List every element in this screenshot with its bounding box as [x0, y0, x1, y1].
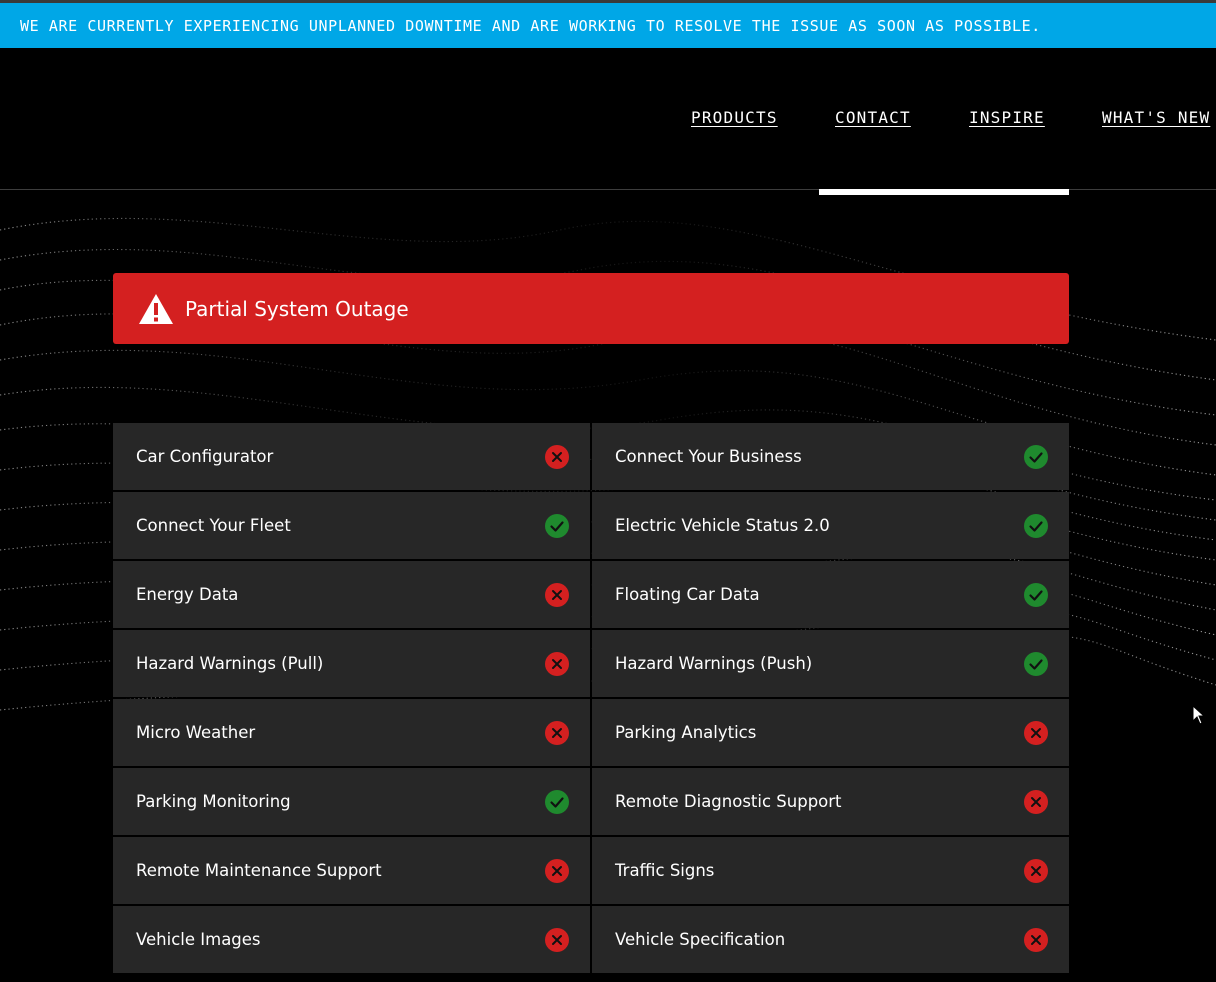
status-x-icon [545, 651, 569, 676]
service-name: Hazard Warnings (Push) [615, 654, 813, 673]
service-name: Micro Weather [136, 723, 256, 742]
service-tile: Electric Vehicle Status 2.0 [592, 492, 1069, 559]
service-tile: Traffic Signs [592, 837, 1069, 904]
service-name: Connect Your Fleet [136, 516, 291, 535]
service-tile: Hazard Warnings (Push) [592, 630, 1069, 697]
service-name: Connect Your Business [615, 447, 802, 466]
status-x-icon [1024, 858, 1048, 883]
service-name: Traffic Signs [615, 861, 715, 880]
warning-triangle-icon [137, 292, 175, 326]
status-x-icon [545, 582, 569, 607]
site-header: PRODUCTS CONTACT INSPIRE WHAT'S NEW [0, 48, 1216, 190]
main-nav: PRODUCTS CONTACT INSPIRE WHAT'S NEW [0, 108, 1216, 130]
downtime-alert-banner: WE ARE CURRENTLY EXPERIENCING UNPLANNED … [0, 3, 1216, 48]
outage-title: Partial System Outage [185, 296, 409, 321]
service-tile: Micro Weather [113, 699, 590, 766]
service-tile: Remote Diagnostic Support [592, 768, 1069, 835]
service-tile: Connect Your Fleet [113, 492, 590, 559]
status-x-icon [545, 720, 569, 745]
service-tile: Energy Data [113, 561, 590, 628]
nav-link-contact[interactable]: CONTACT [835, 108, 911, 127]
service-name: Parking Monitoring [136, 792, 291, 811]
service-name: Remote Maintenance Support [136, 861, 382, 880]
nav-link-inspire[interactable]: INSPIRE [969, 108, 1045, 127]
service-name: Energy Data [136, 585, 239, 604]
service-tile: Parking Analytics [592, 699, 1069, 766]
status-check-icon [1024, 651, 1048, 676]
status-check-icon [1024, 582, 1048, 607]
service-name: Vehicle Specification [615, 930, 786, 949]
service-name: Hazard Warnings (Pull) [136, 654, 324, 673]
service-name: Remote Diagnostic Support [615, 792, 842, 811]
outage-alert: Partial System Outage [113, 273, 1069, 344]
nav-link-products[interactable]: PRODUCTS [691, 108, 778, 127]
status-check-icon [1024, 513, 1048, 538]
status-x-icon [1024, 927, 1048, 952]
service-tile: Car Configurator [113, 423, 590, 490]
status-check-icon [545, 513, 569, 538]
service-name: Parking Analytics [615, 723, 757, 742]
service-name: Floating Car Data [615, 585, 760, 604]
service-tile: Floating Car Data [592, 561, 1069, 628]
nav-link-whats-new[interactable]: WHAT'S NEW [1102, 108, 1210, 127]
alert-banner-text: WE ARE CURRENTLY EXPERIENCING UNPLANNED … [20, 16, 1041, 35]
service-tile: Vehicle Specification [592, 906, 1069, 973]
service-tile: Parking Monitoring [113, 768, 590, 835]
service-name: Car Configurator [136, 447, 274, 466]
status-x-icon [545, 927, 569, 952]
status-x-icon [545, 444, 569, 469]
status-check-icon [545, 789, 569, 814]
service-tile: Remote Maintenance Support [113, 837, 590, 904]
status-x-icon [1024, 720, 1048, 745]
status-x-icon [545, 858, 569, 883]
status-check-icon [1024, 444, 1048, 469]
service-name: Electric Vehicle Status 2.0 [615, 516, 830, 535]
service-tile: Connect Your Business [592, 423, 1069, 490]
service-name: Vehicle Images [136, 930, 261, 949]
service-tile: Vehicle Images [113, 906, 590, 973]
mouse-cursor-icon [1192, 705, 1206, 725]
service-tile: Hazard Warnings (Pull) [113, 630, 590, 697]
status-x-icon [1024, 789, 1048, 814]
